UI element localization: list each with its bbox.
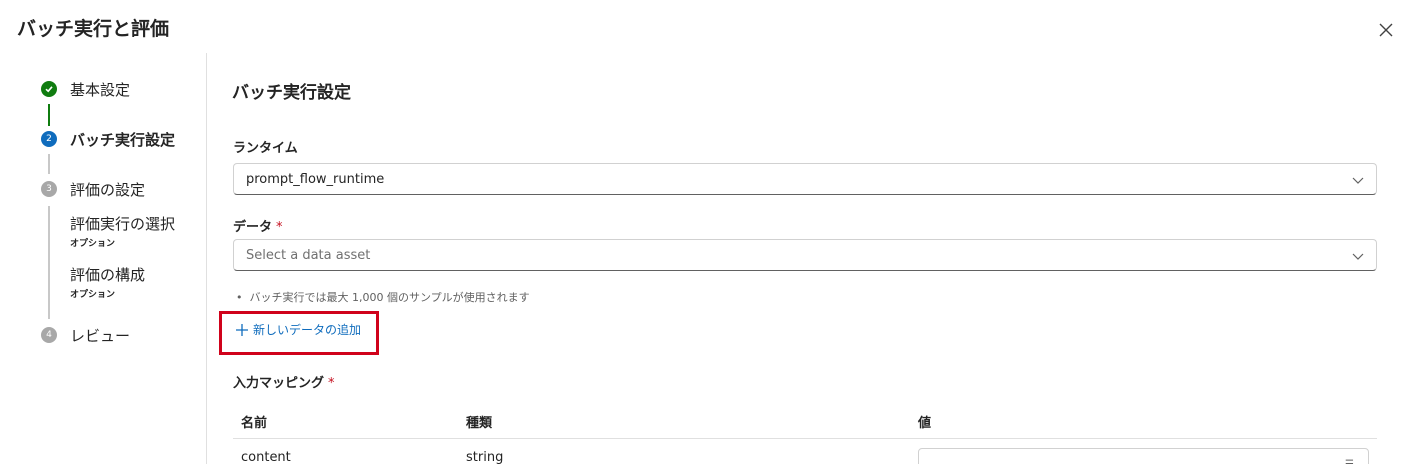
substep-optional-label: オプション xyxy=(70,239,116,249)
step-connector xyxy=(48,206,50,319)
mapping-row-type: string xyxy=(466,450,504,464)
data-asset-placeholder: Select a data asset xyxy=(246,247,371,263)
mapping-value-input[interactable]: ☰ xyxy=(918,448,1369,464)
substep-optional-label: オプション xyxy=(70,290,116,300)
data-asset-dropdown[interactable]: Select a data asset xyxy=(233,239,1377,271)
step-evaluation-settings[interactable]: 評価の設定 xyxy=(70,179,145,200)
runtime-value: prompt_flow_runtime xyxy=(246,171,385,187)
column-header-value: 値 xyxy=(918,416,932,431)
step-number-icon: 3 xyxy=(41,181,57,197)
mapping-row-name: content xyxy=(241,450,291,464)
required-marker: * xyxy=(276,220,283,235)
chevron-down-icon xyxy=(1352,177,1364,184)
mapping-picker-icon[interactable]: ☰ xyxy=(1345,459,1354,464)
input-mapping-label-text: 入力マッピング xyxy=(233,376,325,391)
plus-icon xyxy=(236,323,248,336)
section-title: バッチ実行設定 xyxy=(232,83,351,103)
panel-divider xyxy=(206,53,207,464)
data-hint-text: バッチ実行では最大 1,000 個のサンプルが使用されます xyxy=(249,291,530,304)
close-button[interactable] xyxy=(1376,20,1396,40)
column-header-type: 種類 xyxy=(466,416,493,431)
substep-select-evaluation[interactable]: 評価実行の選択 xyxy=(70,213,175,234)
data-label-text: データ xyxy=(233,220,273,235)
runtime-label-text: ランタイム xyxy=(233,141,298,156)
table-divider xyxy=(233,438,1377,439)
add-new-data-label: 新しいデータの追加 xyxy=(253,323,362,337)
step-batch-run-settings[interactable]: バッチ実行設定 xyxy=(70,129,175,150)
close-icon xyxy=(1379,23,1393,37)
step-number-icon: 4 xyxy=(41,327,57,343)
data-hint: • バッチ実行では最大 1,000 個のサンプルが使用されます xyxy=(236,289,530,305)
wizard-stepper: 基本設定 2 バッチ実行設定 3 評価の設定 評価実行の選択 オプション 評価の… xyxy=(0,0,206,464)
runtime-dropdown[interactable]: prompt_flow_runtime xyxy=(233,163,1377,195)
chevron-down-icon xyxy=(1352,253,1364,260)
substep-evaluation-config[interactable]: 評価の構成 xyxy=(70,264,145,285)
step-number-icon: 2 xyxy=(41,131,57,147)
input-mapping-label: 入力マッピング * xyxy=(233,372,335,391)
column-header-name: 名前 xyxy=(241,416,268,431)
required-marker: * xyxy=(328,376,335,391)
step-connector xyxy=(48,154,50,174)
step-connector xyxy=(48,104,50,126)
step-complete-icon xyxy=(41,81,57,97)
bullet-icon: • xyxy=(236,291,250,304)
step-basic-settings[interactable]: 基本設定 xyxy=(70,79,130,100)
add-new-data-button[interactable]: 新しいデータの追加 xyxy=(235,321,361,338)
step-review[interactable]: レビュー xyxy=(70,325,130,346)
data-label: データ * xyxy=(233,216,283,235)
runtime-label: ランタイム xyxy=(233,137,298,156)
